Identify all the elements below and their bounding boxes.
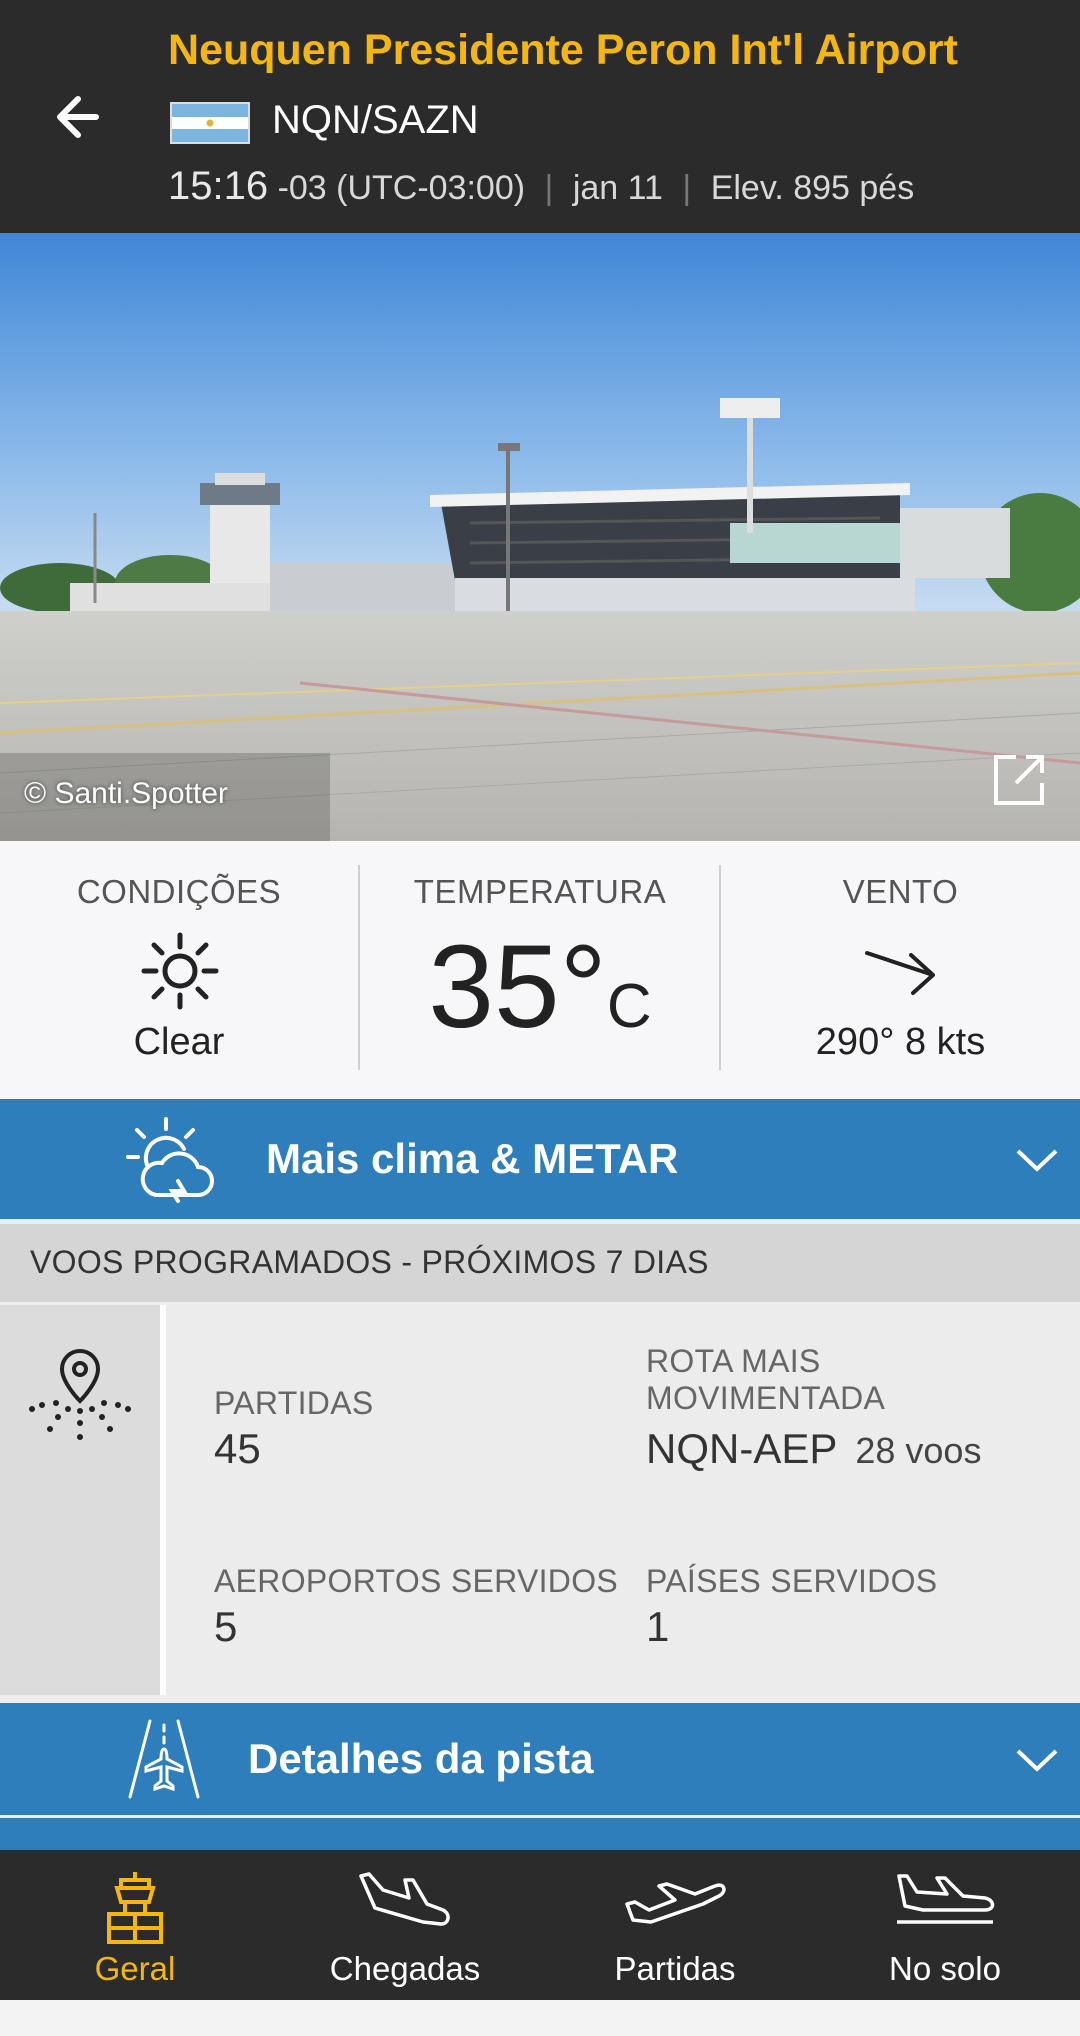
stats-icon-column (0, 1305, 160, 1695)
busiest-route-label: ROTA MAIS MOVIMENTADA (646, 1343, 885, 1417)
wind-label: VENTO (842, 873, 959, 910)
busiest-route: NQN-AEP 28 voos (646, 1425, 981, 1473)
temperature-readout: 35°C (360, 919, 720, 1055)
sun-icon (140, 931, 220, 1016)
nav-label: Geral (94, 1950, 176, 1987)
temperature-column: TEMPERATURA 35°C (360, 841, 720, 1099)
nav-label: No solo (889, 1950, 1001, 1987)
airports-served-value: 5 (214, 1603, 238, 1650)
local-date: jan 11 (572, 169, 663, 207)
temperature-value: 35° (428, 921, 607, 1053)
conditions-panel: CONDIÇÕES Clear TEMPERATURA 35°C VENTO 2… (0, 841, 1080, 1099)
countries-served-label: PAÍSES SERVIDOS (646, 1563, 938, 1599)
nav-tab-partidas[interactable]: Partidas (540, 1850, 810, 2000)
departures-value: 45 (214, 1425, 261, 1472)
plane-arrival-icon (359, 1872, 450, 1926)
wind-column: VENTO 290° 8 kts (721, 841, 1080, 1099)
temperature-label: TEMPERATURA (413, 873, 667, 910)
nav-tab-no-solo[interactable]: No solo (810, 1850, 1080, 2000)
bottom-navigation: Geral Chegadas Partidas No solo (0, 1850, 1080, 2000)
busiest-route-label-line2: MOVIMENTADA (646, 1380, 886, 1416)
nav-tab-chegadas[interactable]: Chegadas (270, 1850, 540, 2000)
control-tower-icon (107, 1872, 163, 1944)
busiest-route-flights: 28 voos (855, 1430, 982, 1471)
conditions-label: CONDIÇÕES (76, 873, 282, 910)
airport-codes: NQN/SAZN (272, 98, 479, 142)
scheduled-flights-header: VOOS PROGRAMADOS - PRÓXIMOS 7 DIAS (0, 1224, 1080, 1302)
timezone: -03 (UTC-03:00) (277, 169, 526, 207)
system-nav-area (0, 2000, 1080, 2036)
separator: | (544, 169, 554, 207)
app-header: Neuquen Presidente Peron Int'l Airport N… (0, 0, 1080, 233)
photo-credit: © Santi.Spotter (24, 777, 228, 810)
weather-bar-label: Mais clima & METAR (266, 1135, 679, 1182)
back-arrow-icon[interactable] (48, 82, 118, 152)
departures-label: PARTIDAS (214, 1385, 374, 1421)
separator: | (682, 169, 692, 207)
countries-served-value: 1 (646, 1603, 670, 1650)
argentina-flag-icon (170, 102, 250, 144)
nav-tab-geral[interactable]: Geral (0, 1850, 270, 2000)
runway-details-bar[interactable]: Detalhes da pista (0, 1703, 1080, 1815)
airports-served-label: AEROPORTOS SERVIDOS (214, 1563, 619, 1599)
conditions-column: CONDIÇÕES Clear (0, 841, 358, 1099)
chevron-down-icon[interactable] (1014, 1745, 1060, 1775)
plane-ground-icon (897, 1874, 995, 1924)
airport-meta: 15:16 -03 (UTC-03:00) | jan 11 | Elev. 8… (168, 164, 914, 209)
conditions-value: Clear (133, 1021, 225, 1063)
chevron-down-icon[interactable] (1014, 1145, 1060, 1175)
busiest-route-label-line1: ROTA MAIS (646, 1343, 821, 1379)
weather-metar-bar[interactable]: Mais clima & METAR (0, 1099, 1080, 1219)
weather-icon (126, 1117, 218, 1210)
airport-title: Neuquen Presidente Peron Int'l Airport (168, 26, 958, 74)
scheduled-flights-title: VOOS PROGRAMADOS - PRÓXIMOS 7 DIAS (30, 1244, 709, 1280)
next-section-strip[interactable] (0, 1818, 1080, 1850)
runway-icon (126, 1719, 202, 1804)
wind-value: 290° 8 kts (815, 1021, 986, 1063)
busiest-route-value: NQN-AEP (646, 1425, 838, 1472)
temperature-unit: C (606, 972, 652, 1041)
wind-arrow-icon (861, 939, 941, 1004)
airport-photo[interactable]: © Santi.Spotter (0, 233, 1080, 841)
plane-departure-icon (625, 1882, 726, 1924)
stats-divider (160, 1305, 166, 1695)
nav-label: Partidas (614, 1950, 736, 1987)
elevation: Elev. 895 pés (710, 169, 915, 207)
local-time: 15:16 (168, 164, 269, 208)
scheduled-stats-panel: PARTIDAS 45 ROTA MAIS MOVIMENTADA NQN-AE… (0, 1305, 1080, 1695)
nav-label: Chegadas (329, 1950, 481, 1987)
expand-icon[interactable] (990, 751, 1048, 809)
location-routes-icon (28, 1345, 132, 1454)
runway-bar-label: Detalhes da pista (248, 1735, 594, 1782)
